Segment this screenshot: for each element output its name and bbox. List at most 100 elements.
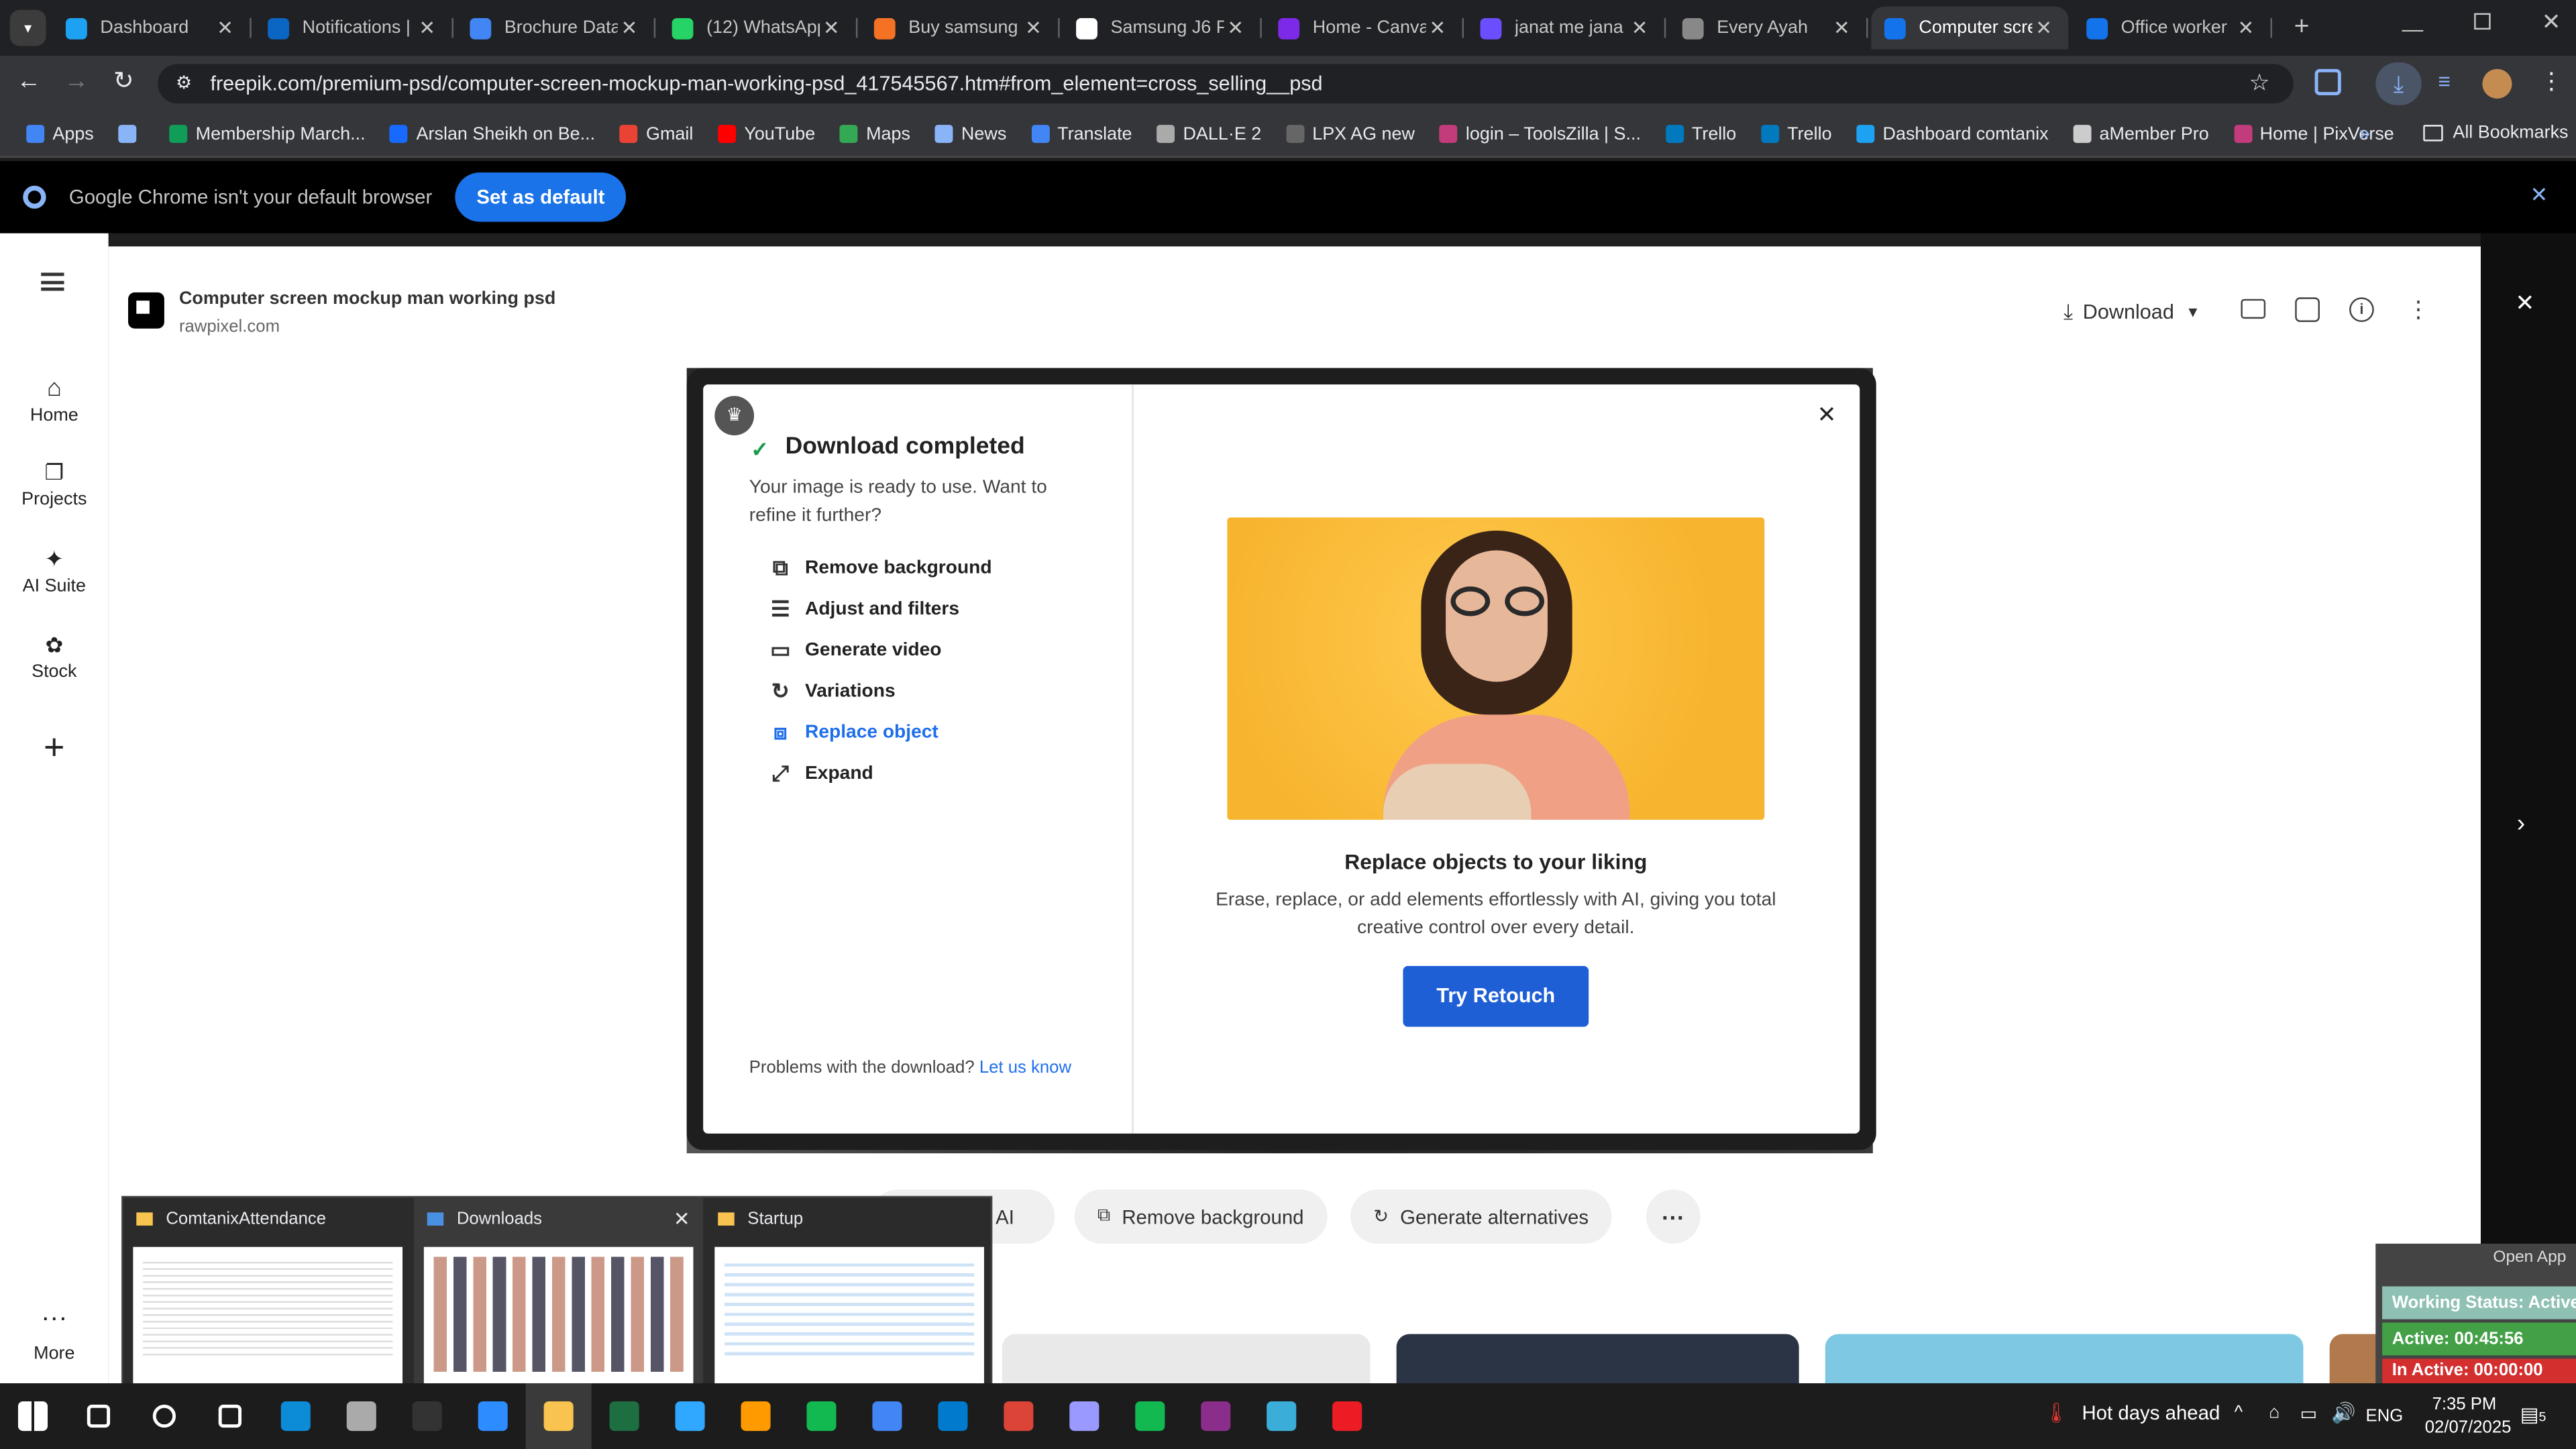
related-card[interactable] <box>1825 1334 2304 1384</box>
pen-icon[interactable] <box>329 1383 394 1449</box>
action-generate-video[interactable]: ▭ Generate video <box>769 638 941 662</box>
let-us-know-link[interactable]: Let us know <box>979 1058 1071 1077</box>
sidebar-item-ai-suite[interactable]: ✦ AI Suite <box>0 545 109 596</box>
tab-search-button[interactable]: ▾ <box>9 9 46 46</box>
add-icon[interactable]: + <box>0 726 109 769</box>
generate-alternatives-chip[interactable]: ↻ Generate alternatives <box>1350 1189 1612 1244</box>
info-icon[interactable]: i <box>2349 297 2374 323</box>
window-preview[interactable]: Downloads ✕ <box>414 1197 704 1389</box>
bookmark-item[interactable]: LPX AG new <box>1286 124 1415 144</box>
illustrator-icon[interactable] <box>723 1383 789 1449</box>
new-tab-button[interactable]: + <box>2287 13 2316 43</box>
browser-menu-icon[interactable]: ⋮ <box>2540 67 2563 95</box>
asset-source[interactable]: rawpixel.com <box>179 317 280 337</box>
next-arrow-icon[interactable]: › <box>2517 810 2525 838</box>
bookmark-item[interactable]: YouTube <box>718 124 815 144</box>
extension-icon[interactable] <box>2314 68 2341 96</box>
bookmark-item[interactable]: Trello <box>1665 124 1736 144</box>
close-tab-icon[interactable]: ✕ <box>2235 16 2257 39</box>
tab-9[interactable]: Every Ayah ✕ <box>1669 7 1868 50</box>
action-remove-background[interactable]: ⧉ Remove background <box>769 556 992 580</box>
tab-8[interactable]: janat me jana ✕ <box>1467 7 1666 50</box>
network-icon[interactable]: ⌂ <box>2269 1403 2279 1422</box>
tab-7[interactable]: Home - Canva ✕ <box>1265 7 1464 50</box>
bookmark-item[interactable]: Arslan Sheikh on Be... <box>390 124 595 144</box>
tab-4[interactable]: (12) WhatsApp ✕ <box>659 7 858 50</box>
notification-center-icon[interactable]: ▤5 <box>2520 1403 2546 1426</box>
bookmark-item[interactable] <box>118 125 145 144</box>
tab-5[interactable]: Buy samsung ✕ <box>861 7 1060 50</box>
related-card[interactable] <box>1002 1334 1371 1384</box>
photoshop-icon[interactable] <box>657 1383 723 1449</box>
author-avatar[interactable] <box>128 292 164 329</box>
downloads-icon[interactable]: ⤓ <box>2375 62 2422 105</box>
start-icon[interactable] <box>0 1383 66 1449</box>
related-card[interactable] <box>1396 1334 1799 1384</box>
sidebar-item-stock[interactable]: ✿ Stock <box>0 633 109 682</box>
open-app-link[interactable]: Open App <box>2493 1248 2566 1267</box>
chrome-icon[interactable] <box>854 1383 920 1449</box>
cortana-icon[interactable] <box>131 1383 197 1449</box>
bookmark-item[interactable]: Trello <box>1761 124 1832 144</box>
action-adjust-and-filters[interactable]: ☰ Adjust and filters <box>769 597 959 621</box>
forward-icon[interactable]: → <box>64 67 89 95</box>
dialog-close-icon[interactable]: ✕ <box>1817 401 1837 429</box>
media-control-icon[interactable]: ≡ <box>2438 69 2451 94</box>
excel-icon[interactable] <box>592 1383 657 1449</box>
bookmark-item[interactable]: Maps <box>839 124 910 144</box>
bookmark-item[interactable]: aMember Pro <box>2073 124 2209 144</box>
language-indicator[interactable]: ENG <box>2366 1406 2404 1426</box>
back-icon[interactable]: ← <box>16 67 41 95</box>
edit-image-icon[interactable] <box>2295 297 2320 323</box>
address-bar[interactable]: ⚙ freepik.com/premium-psd/computer-scree… <box>158 64 2294 104</box>
explorer-icon[interactable] <box>525 1383 592 1449</box>
tab-6[interactable]: Samsung J6 Pl ✕ <box>1063 7 1262 50</box>
tab-11[interactable]: Office worker ✕ <box>2074 7 2272 50</box>
green-app-2-icon[interactable] <box>1117 1383 1183 1449</box>
bookmark-item[interactable]: Apps <box>26 124 94 144</box>
close-tab-icon[interactable]: ✕ <box>1022 16 1044 39</box>
tab-2[interactable]: Notifications | ✕ <box>255 7 453 50</box>
reload-icon[interactable]: ↻ <box>113 66 134 95</box>
bookmark-item[interactable]: Gmail <box>619 124 693 144</box>
task-view-icon[interactable] <box>197 1383 263 1449</box>
save-to-folder-icon[interactable] <box>2241 299 2266 319</box>
wifi-icon[interactable]: ▭ <box>2300 1403 2317 1424</box>
minimize-button[interactable]: — <box>2402 16 2423 41</box>
window-preview[interactable]: ComtanixAttendance <box>123 1197 413 1388</box>
site-info-icon[interactable]: ⚙ <box>176 72 192 93</box>
download-dropdown[interactable]: ⤓ Download ▼ <box>2063 299 2200 325</box>
close-tab-icon[interactable]: ✕ <box>1426 16 1449 39</box>
edge-icon[interactable] <box>263 1383 329 1449</box>
clock[interactable]: 7:35 PM 02/07/2025 <box>2425 1393 2512 1440</box>
close-window-button[interactable]: ✕ <box>2542 8 2561 36</box>
vscode-icon[interactable] <box>920 1383 985 1449</box>
bookmark-star-icon[interactable]: ☆ <box>2249 69 2270 97</box>
close-tab-icon[interactable]: ✕ <box>213 16 236 39</box>
close-preview-icon[interactable]: ✕ <box>674 1208 690 1230</box>
chrome-2-icon[interactable] <box>985 1383 1051 1449</box>
app-diamond-icon[interactable] <box>1248 1383 1314 1449</box>
bookmark-item[interactable]: Translate <box>1031 124 1132 144</box>
bookmark-item[interactable]: login – ToolsZilla | S... <box>1439 124 1641 144</box>
more-actions-chip[interactable]: ··· <box>1646 1189 1701 1244</box>
zoom-icon[interactable] <box>460 1383 526 1449</box>
all-bookmarks[interactable]: All Bookmarks <box>2423 123 2569 143</box>
bookmark-item[interactable]: DALL·E 2 <box>1157 124 1261 144</box>
remove-background-chip[interactable]: ⧉ Remove background <box>1074 1189 1327 1244</box>
restore-button[interactable] <box>2474 13 2491 30</box>
close-viewer-icon[interactable]: ✕ <box>2515 289 2534 317</box>
acrobat-icon[interactable] <box>1314 1383 1380 1449</box>
tray-chevron-icon[interactable]: ^ <box>2235 1403 2243 1422</box>
premiere-icon[interactable] <box>1051 1383 1117 1449</box>
weather-widget[interactable]: 🌡 Hot days ahead <box>2044 1401 2220 1424</box>
action-replace-object[interactable]: ⧈ Replace object <box>769 720 938 744</box>
sidebar-item-projects[interactable]: ❐ Projects <box>0 460 109 509</box>
close-tab-icon[interactable]: ✕ <box>618 16 641 39</box>
green-app-icon[interactable] <box>789 1383 855 1449</box>
tab-3[interactable]: Brochure Data ✕ <box>457 7 656 50</box>
sidebar-item-more[interactable]: ··· More <box>0 1305 109 1364</box>
close-tab-icon[interactable]: ✕ <box>416 16 439 39</box>
bookmarks-overflow-icon[interactable]: » <box>2359 121 2370 144</box>
search-icon[interactable] <box>66 1383 131 1449</box>
